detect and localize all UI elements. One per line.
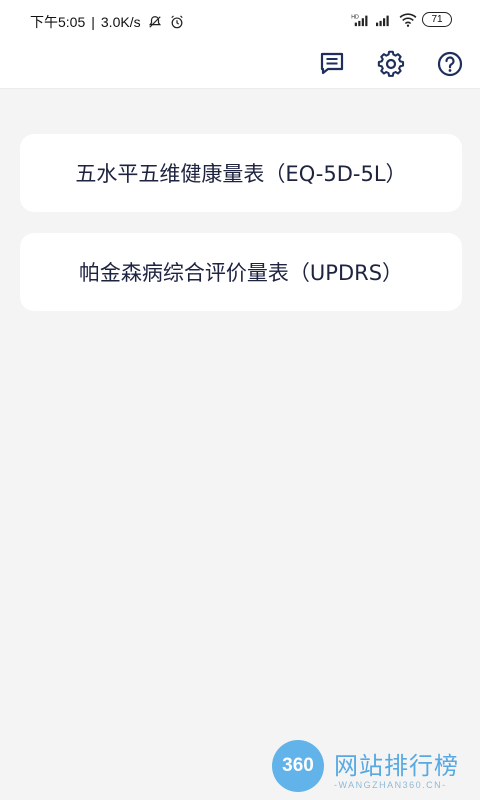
status-bar: 下午5:05 | 3.0K/s HD 71 (0, 0, 480, 42)
battery-icon: 71 (422, 12, 452, 27)
help-button[interactable] (434, 48, 466, 80)
scale-card-label: 五水平五维健康量表（EQ-5D-5L） (75, 162, 407, 186)
status-divider: | (91, 14, 95, 30)
message-button[interactable] (316, 48, 348, 80)
top-toolbar (0, 42, 480, 89)
help-icon (437, 51, 463, 77)
wifi-icon (398, 12, 417, 27)
message-icon (320, 52, 344, 75)
hd-signal-icon: HD (350, 13, 368, 27)
status-right: HD 71 (350, 12, 452, 27)
svg-text:HD: HD (351, 14, 359, 20)
watermark-title: 网站排行榜 (334, 752, 459, 780)
watermark-subtitle: -WANGZHAN360.CN- (334, 780, 447, 790)
settings-button[interactable] (375, 48, 407, 80)
gear-icon (377, 50, 405, 77)
scale-card-label: 帕金森病综合评价量表（UPDRS） (78, 261, 404, 285)
watermark: 360 网站排行榜 -WANGZHAN360.CN- (268, 740, 478, 798)
signal-icon (374, 13, 390, 27)
battery-level: 71 (431, 13, 443, 25)
status-time: 下午5:05 (30, 14, 86, 30)
alarm-icon (169, 15, 185, 29)
muted-notification-icon (147, 15, 163, 29)
status-left: 下午5:05 | 3.0K/s (30, 12, 185, 32)
watermark-logo: 360 (272, 740, 324, 792)
network-speed: 3.0K/s (100, 14, 141, 30)
scale-card-updrs[interactable]: 帕金森病综合评价量表（UPDRS） (20, 233, 462, 311)
watermark-logo-text: 360 (282, 755, 314, 776)
scale-card-eq5d5l[interactable]: 五水平五维健康量表（EQ-5D-5L） (20, 134, 462, 212)
